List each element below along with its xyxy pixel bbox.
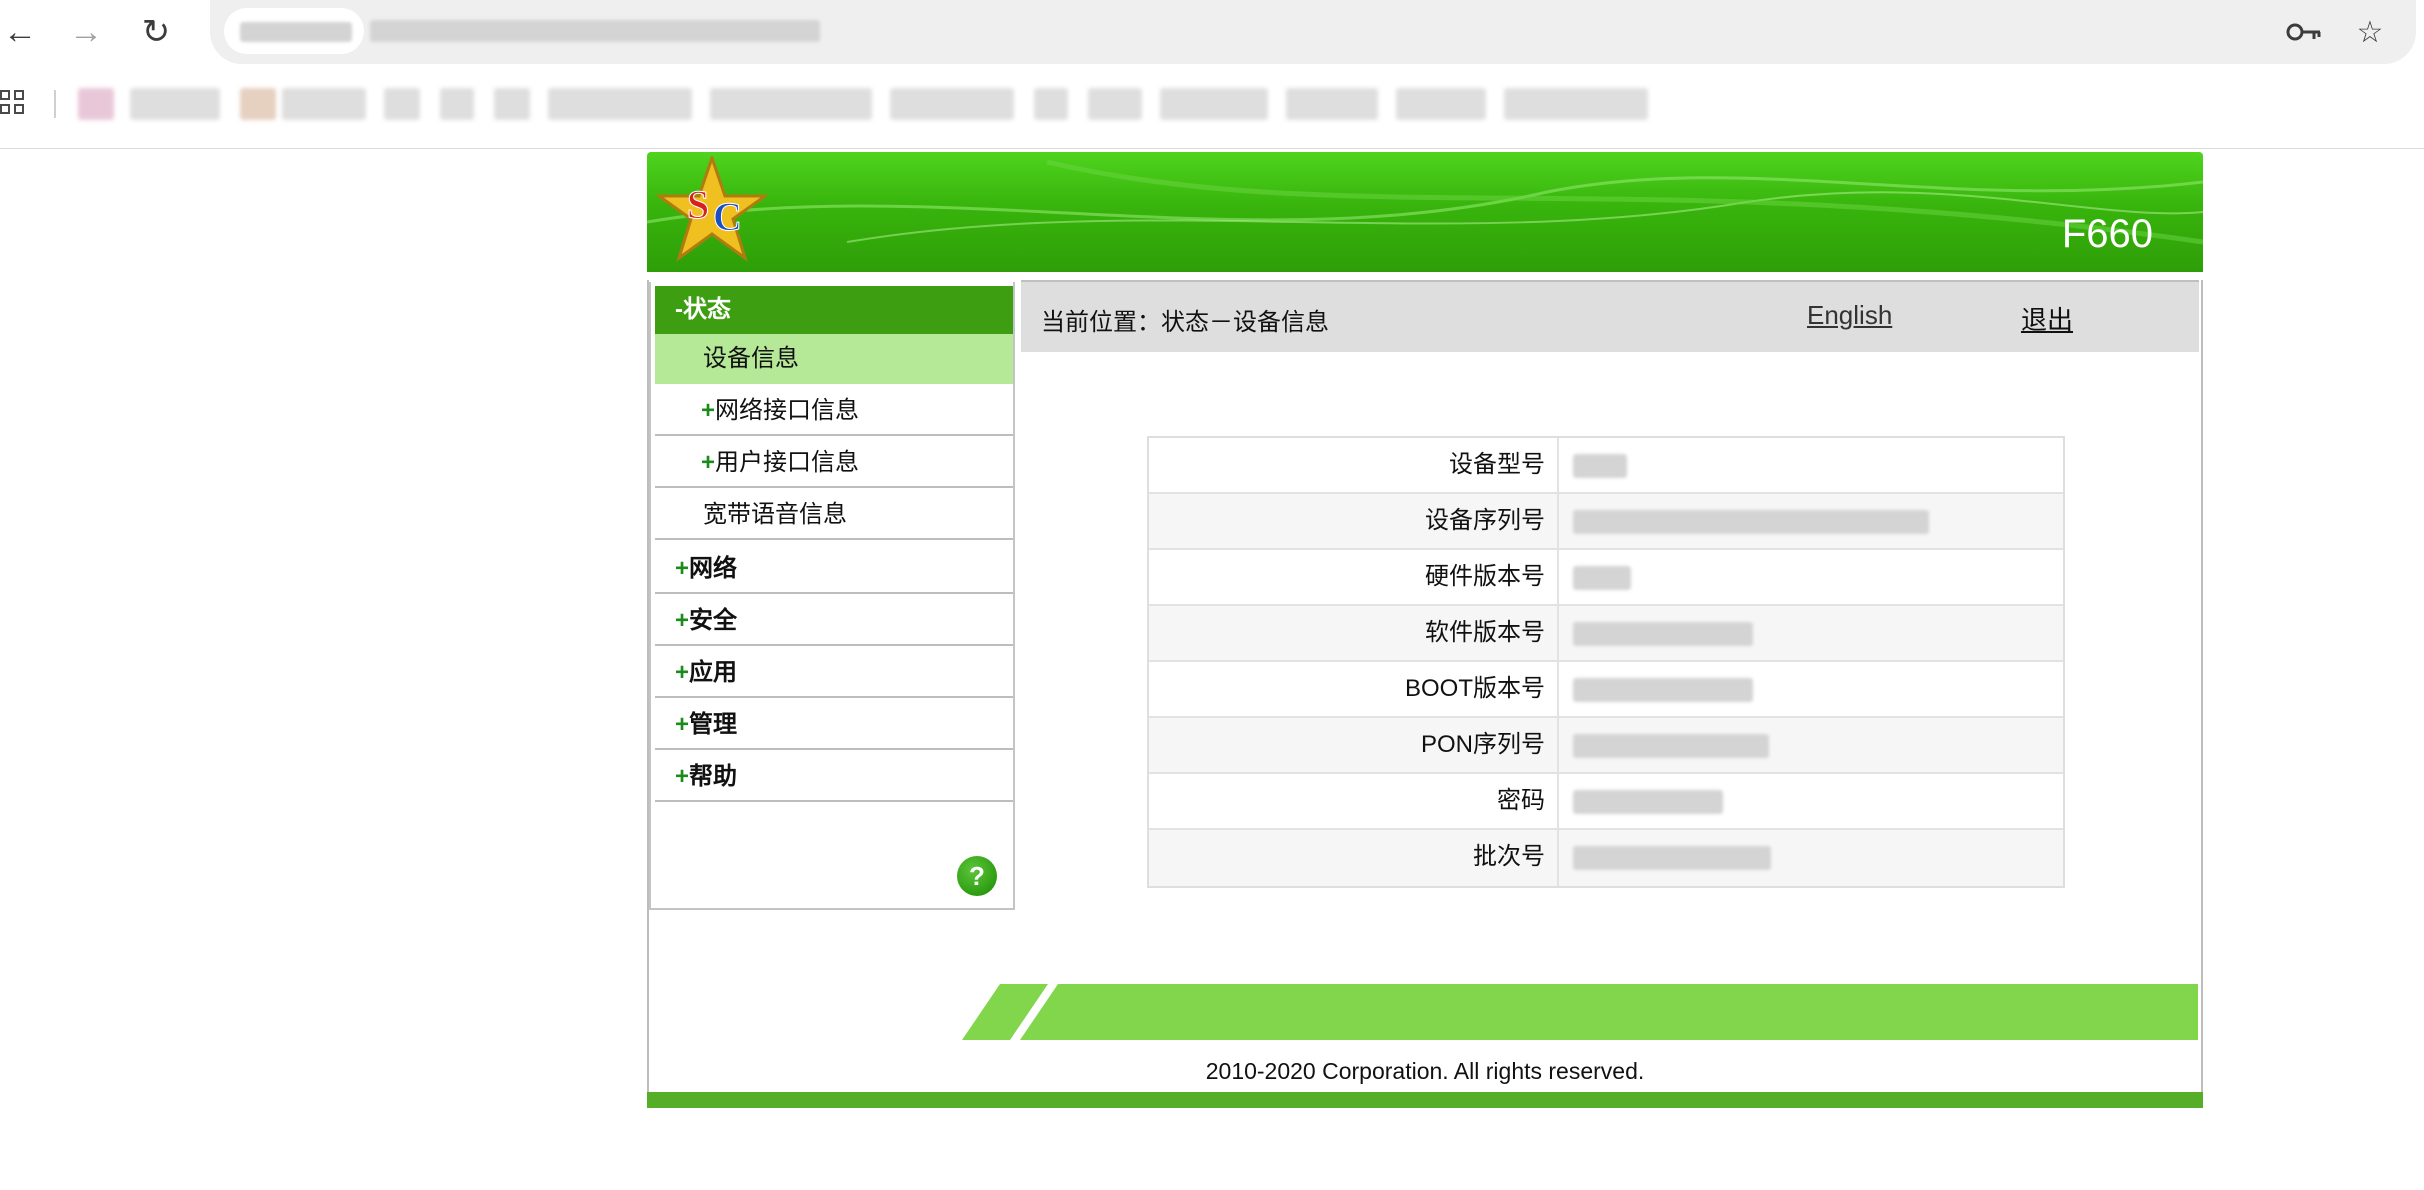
sidebar-item-label: 网络接口信息 [715, 397, 860, 424]
table-row: 软件版本号 [1149, 606, 2063, 662]
bookmark-favicon[interactable] [240, 88, 276, 120]
sidebar-item-device-info[interactable]: 设备信息 [655, 334, 1013, 384]
bookmark-item[interactable] [1034, 88, 1068, 120]
key-icon[interactable] [2284, 14, 2324, 50]
copyright-text: 2010-2020 Corporation. All rights reserv… [1205, 1058, 1645, 1084]
sidebar-menu-network[interactable]: +网络 [655, 544, 1013, 594]
browser-chrome: ← → ↻ ☆ [0, 0, 2424, 149]
breadcrumb: 当前位置：状态－设备信息 [1041, 309, 1329, 336]
bookmark-item[interactable] [1160, 88, 1268, 120]
sidebar-item-label: 宽带语音信息 [703, 501, 847, 528]
bookmark-favicon[interactable] [78, 88, 114, 120]
bookmarks-separator [54, 90, 56, 118]
header-banner: S C F660 [647, 152, 2203, 272]
device-model-label: F660 [2061, 212, 2153, 256]
back-arrow-icon[interactable]: ← [0, 12, 40, 52]
sc-star-logo: S C [657, 156, 767, 264]
table-row: 设备序列号 [1149, 494, 2063, 550]
sidebar-menu-label: 帮助 [689, 763, 738, 790]
site-info-chip[interactable] [224, 8, 364, 54]
expand-plus-icon: + [701, 397, 716, 424]
help-question-icon[interactable]: ? [957, 856, 997, 896]
bookmark-item[interactable] [494, 88, 530, 120]
bookmark-item[interactable] [130, 88, 220, 120]
expand-plus-icon: + [675, 555, 690, 582]
footer-bottom-bar [647, 1092, 2203, 1108]
address-bar[interactable] [210, 0, 2416, 64]
apps-grid-icon[interactable] [0, 90, 28, 118]
sidebar-nav: -状态 设备信息 +网络接口信息 +用户接口信息 宽带语音信息 +网络 +安全 … [649, 282, 1015, 910]
sidebar-menu-application[interactable]: +应用 [655, 648, 1013, 698]
sidebar-item-label: 用户接口信息 [715, 449, 860, 476]
bookmark-item[interactable] [1504, 88, 1648, 120]
sidebar-item-label: 设备信息 [703, 345, 799, 372]
bookmark-item[interactable] [1286, 88, 1378, 120]
table-row: 设备型号 [1149, 438, 2063, 494]
bookmark-item[interactable] [548, 88, 692, 120]
password-label: 密码 [1149, 774, 1559, 828]
bookmark-item[interactable] [384, 88, 420, 120]
expand-plus-icon: + [675, 659, 690, 686]
expand-plus-icon: + [675, 763, 690, 790]
language-english-link[interactable]: English [1807, 300, 1892, 331]
sidebar-section-status[interactable]: -状态 [655, 286, 1013, 334]
url-text-redacted [370, 20, 820, 42]
sidebar-item-voip-info[interactable]: 宽带语音信息 [655, 490, 1013, 540]
table-row: 批次号 [1149, 830, 2063, 886]
bookmarks-bar [0, 82, 2424, 132]
table-row: 硬件版本号 [1149, 550, 2063, 606]
router-admin-page: S C F660 -状态 设备信息 +网络接口信息 +用户接口信息 宽带语音信息… [647, 152, 2203, 1108]
sidebar-item-network-interface-info[interactable]: +网络接口信息 [655, 386, 1013, 436]
device-model-label: 设备型号 [1149, 438, 1559, 492]
table-row: 密码 [1149, 774, 2063, 830]
breadcrumb-bar: 当前位置：状态－设备信息 English 退出 [1021, 280, 2199, 352]
footer-green-band [962, 984, 2198, 1040]
bookmark-item[interactable] [1396, 88, 1486, 120]
table-row: PON序列号 [1149, 718, 2063, 774]
software-version-label: 软件版本号 [1149, 606, 1559, 660]
expand-plus-icon: + [675, 711, 690, 738]
expand-plus-icon: + [675, 607, 690, 634]
device-info-table: 设备型号 设备序列号 硬件版本号 软件版本号 BOOT版本号 PON序列号 密码 [1147, 436, 2065, 888]
svg-text:S: S [687, 182, 709, 227]
forward-arrow-icon[interactable]: → [66, 12, 106, 52]
boot-version-label: BOOT版本号 [1149, 662, 1559, 716]
sidebar-menu-label: 应用 [689, 659, 738, 686]
sidebar-menu-label: 管理 [689, 711, 738, 738]
logout-link[interactable]: 退出 [2021, 300, 2073, 337]
reload-icon[interactable]: ↻ [136, 12, 176, 52]
bookmark-item[interactable] [710, 88, 872, 120]
bookmark-star-icon[interactable]: ☆ [2350, 14, 2390, 50]
hardware-version-label: 硬件版本号 [1149, 550, 1559, 604]
sidebar-item-user-interface-info[interactable]: +用户接口信息 [655, 438, 1013, 488]
device-serial-label: 设备序列号 [1149, 494, 1559, 548]
expand-plus-icon: + [701, 449, 716, 476]
bookmark-item[interactable] [282, 88, 366, 120]
svg-text:C: C [713, 194, 742, 239]
bookmark-item[interactable] [890, 88, 1014, 120]
batch-number-label: 批次号 [1149, 830, 1559, 886]
table-row: BOOT版本号 [1149, 662, 2063, 718]
sidebar-menu-help[interactable]: +帮助 [655, 752, 1013, 802]
pon-serial-label: PON序列号 [1149, 718, 1559, 772]
sidebar-menu-label: 安全 [689, 607, 738, 634]
bookmark-item[interactable] [1088, 88, 1142, 120]
sidebar-menu-label: 网络 [689, 555, 738, 582]
sidebar-menu-management[interactable]: +管理 [655, 700, 1013, 750]
bookmark-item[interactable] [440, 88, 474, 120]
sidebar-menu-security[interactable]: +安全 [655, 596, 1013, 646]
